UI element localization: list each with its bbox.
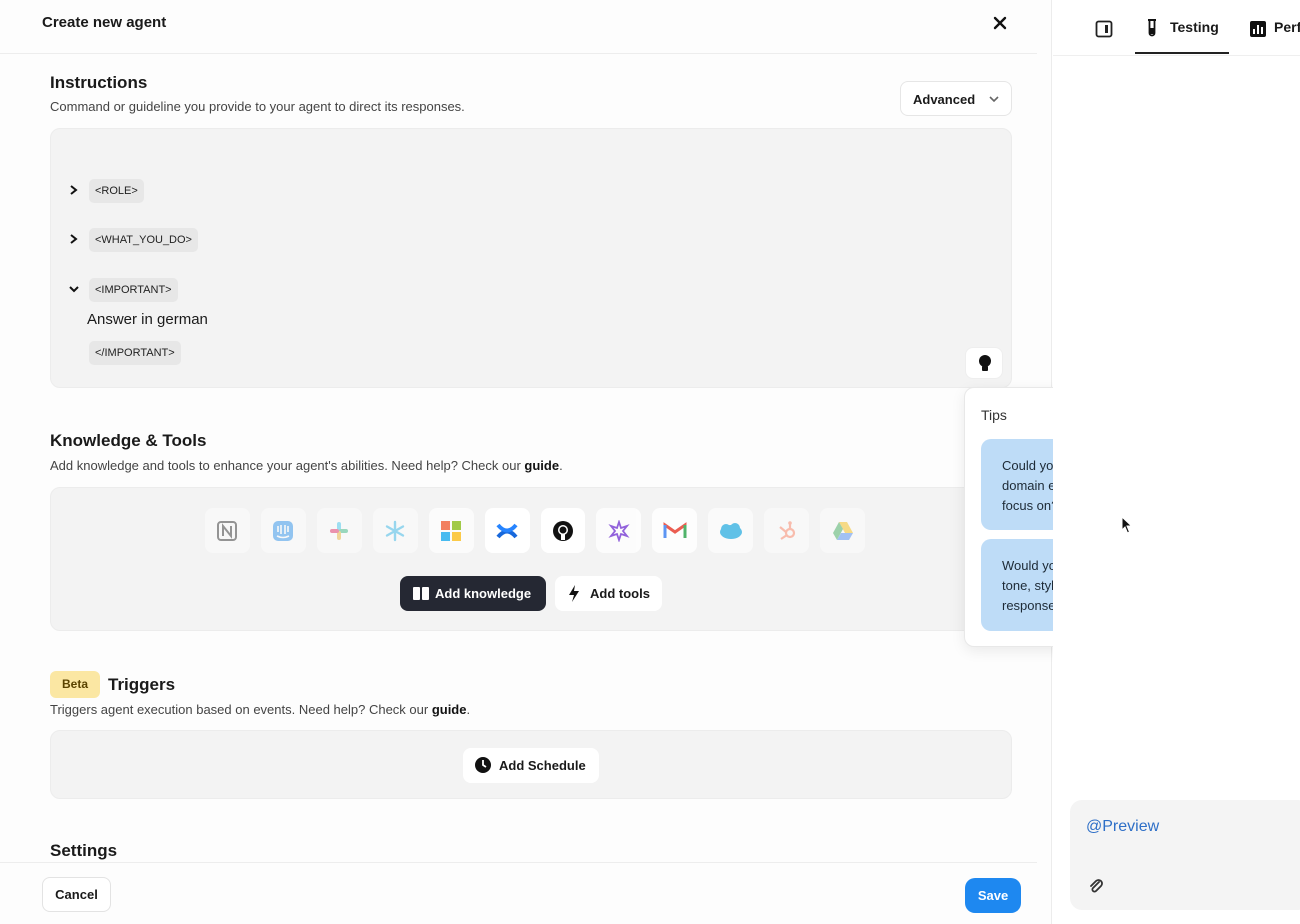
salesforce-icon[interactable] bbox=[708, 508, 754, 553]
gmail-icon[interactable] bbox=[652, 508, 698, 553]
clock-icon bbox=[475, 757, 491, 773]
triggers-subtitle-suffix: . bbox=[466, 702, 471, 717]
add-knowledge-button[interactable]: Add knowledge bbox=[400, 576, 546, 611]
knowledge-subtitle-text: Add knowledge and tools to enhance your … bbox=[50, 458, 525, 473]
triggers-guide-link[interactable]: guide bbox=[432, 702, 467, 717]
important-text[interactable]: Answer in german bbox=[87, 311, 208, 328]
add-tools-label: Add tools bbox=[590, 586, 650, 601]
chevron-right-icon[interactable] bbox=[69, 233, 79, 245]
preview-input[interactable]: @Preview bbox=[1070, 800, 1300, 910]
active-tab-indicator bbox=[1135, 52, 1229, 54]
page-title: Create new agent bbox=[42, 14, 167, 31]
add-schedule-label: Add Schedule bbox=[499, 758, 586, 773]
triggers-subtitle: Triggers agent execution based on events… bbox=[50, 702, 470, 717]
bar-chart-icon bbox=[1250, 21, 1266, 37]
instructions-title: Instructions bbox=[50, 73, 148, 92]
notion-icon[interactable] bbox=[205, 508, 250, 553]
add-knowledge-label: Add knowledge bbox=[435, 586, 532, 601]
snowflake-icon[interactable] bbox=[372, 508, 418, 553]
preview-mention: @Preview bbox=[1086, 818, 1160, 835]
important-close-tag: </IMPORTANT> bbox=[89, 341, 181, 365]
chevron-right-icon[interactable] bbox=[69, 184, 79, 196]
tips-button[interactable] bbox=[965, 347, 1003, 379]
tab-testing[interactable]: Testing bbox=[1170, 19, 1219, 35]
knowledge-tools-panel: Add knowledge Add tools bbox=[50, 487, 1012, 631]
paperclip-icon[interactable] bbox=[1088, 878, 1104, 894]
cancel-button[interactable]: Cancel bbox=[42, 877, 111, 912]
knowledge-guide-link[interactable]: guide bbox=[524, 458, 559, 473]
settings-title: Settings bbox=[50, 841, 118, 860]
book-icon bbox=[413, 587, 429, 600]
triggers-subtitle-text: Triggers agent execution based on events… bbox=[50, 702, 432, 717]
tips-title: Tips bbox=[981, 407, 1007, 423]
testing-panel: Testing Perf @Preview bbox=[1053, 0, 1300, 924]
role-tag: <ROLE> bbox=[89, 179, 144, 203]
intercom-icon[interactable] bbox=[260, 508, 306, 553]
editor-footer: Cancel Save bbox=[0, 862, 1037, 924]
add-schedule-button[interactable]: Add Schedule bbox=[463, 748, 599, 783]
instructions-editor[interactable]: <ROLE> <WHAT_YOU_DO> <IMPORTANT> Answer … bbox=[50, 128, 1012, 388]
right-panel-tabs: Testing Perf bbox=[1053, 0, 1300, 56]
advanced-mode-dropdown[interactable]: Advanced bbox=[900, 81, 1012, 116]
lightning-icon bbox=[569, 585, 579, 602]
confluence-icon[interactable] bbox=[484, 508, 530, 553]
triggers-title: Triggers bbox=[108, 675, 176, 694]
github-icon[interactable] bbox=[540, 508, 586, 553]
chevron-down-icon bbox=[989, 96, 999, 103]
knowledge-subtitle: Add knowledge and tools to enhance your … bbox=[50, 458, 563, 473]
save-button[interactable]: Save bbox=[965, 878, 1021, 913]
lightbulb-icon bbox=[979, 355, 991, 371]
editor-header: Create new agent bbox=[0, 0, 1037, 54]
advanced-mode-label: Advanced bbox=[913, 92, 976, 107]
knowledge-title: Knowledge & Tools bbox=[50, 431, 207, 450]
zapier-icon[interactable] bbox=[596, 508, 642, 553]
test-tube-icon bbox=[1148, 19, 1156, 37]
tab-performance[interactable]: Perf bbox=[1274, 19, 1300, 35]
add-tools-button[interactable]: Add tools bbox=[555, 576, 662, 611]
knowledge-subtitle-suffix: . bbox=[559, 458, 563, 473]
close-icon[interactable] bbox=[990, 13, 1010, 33]
important-tag: <IMPORTANT> bbox=[89, 278, 178, 302]
mouse-cursor-icon bbox=[1121, 516, 1133, 534]
what-you-do-tag: <WHAT_YOU_DO> bbox=[89, 228, 198, 252]
integration-icons bbox=[205, 508, 866, 554]
beta-badge: Beta bbox=[50, 671, 100, 698]
chevron-down-icon[interactable] bbox=[69, 283, 79, 295]
slack-icon[interactable] bbox=[316, 508, 362, 553]
triggers-panel: Add Schedule bbox=[50, 730, 1012, 799]
instructions-subtitle: Command or guideline you provide to your… bbox=[50, 99, 465, 114]
agent-editor-panel: Create new agent Instructions Command or… bbox=[0, 0, 1052, 924]
toggle-sidebar-icon[interactable] bbox=[1095, 20, 1113, 38]
google-drive-icon[interactable] bbox=[820, 508, 866, 553]
microsoft-icon[interactable] bbox=[428, 508, 474, 553]
hubspot-icon[interactable] bbox=[764, 508, 810, 553]
